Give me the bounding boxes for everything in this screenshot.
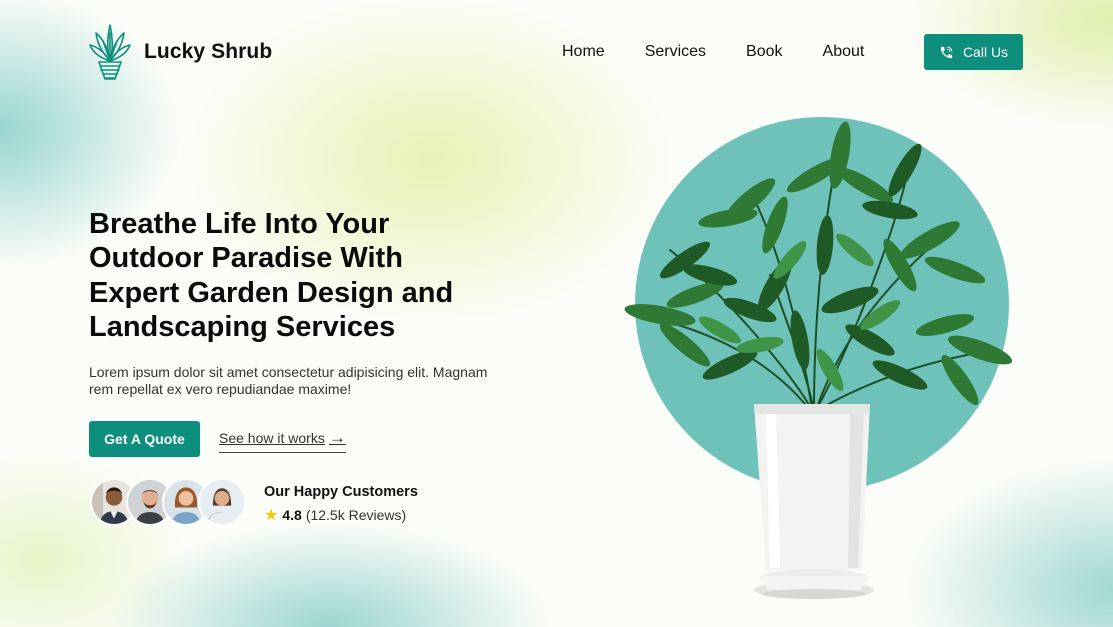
star-icon: ★ [264,507,279,524]
hero-description: Lorem ipsum dolor sit amet consectetur a… [89,364,509,397]
nav-home[interactable]: Home [562,42,605,62]
hero-title: Breathe Life Into Your Outdoor Paradise … [89,207,559,344]
hero-description-line: rem repellat ex vero repudiandae maxime! [89,380,352,397]
arrow-right-icon: → [328,428,346,447]
phone-icon [940,46,953,58]
get-quote-button[interactable]: Get A Quote [89,421,200,457]
hero-title-line: Expert Garden Design and [89,276,454,309]
hero-plant-image [624,117,1013,599]
nav-services[interactable]: Services [645,42,706,62]
brand-name: Lucky Shrub [144,40,273,63]
see-how-it-works-link[interactable]: See how it works → [219,428,346,453]
logo[interactable]: Lucky Shrub [88,21,272,83]
nav-book[interactable]: Book [746,42,782,62]
customers-title: Our Happy Customers [264,484,418,500]
review-count: (12.5k Reviews) [305,507,407,523]
call-us-button[interactable]: Call Us [924,34,1023,70]
hero-description-line: Lorem ipsum dolor sit amet consectetur a… [89,364,488,380]
plant-logo-icon [89,24,131,80]
rating-score: 4.8 [282,507,302,523]
avatar [198,478,246,526]
site-header: Lucky Shrub Home Services Book About Cal… [0,0,1113,104]
see-how-label: See how it works [219,430,325,446]
hero-title-line: Breathe Life Into Your [89,208,390,240]
main-nav: Home Services Book About [562,42,904,62]
white-planter-pot [754,404,874,599]
hero-title-line: Outdoor Paradise With [89,242,403,275]
customer-avatars [90,478,246,526]
hero-title-line: Landscaping Services [89,310,396,343]
call-us-label: Call Us [962,44,1009,60]
customer-rating: ★ 4.8 (12.5k Reviews) [264,505,406,525]
nav-about[interactable]: About [823,42,865,62]
